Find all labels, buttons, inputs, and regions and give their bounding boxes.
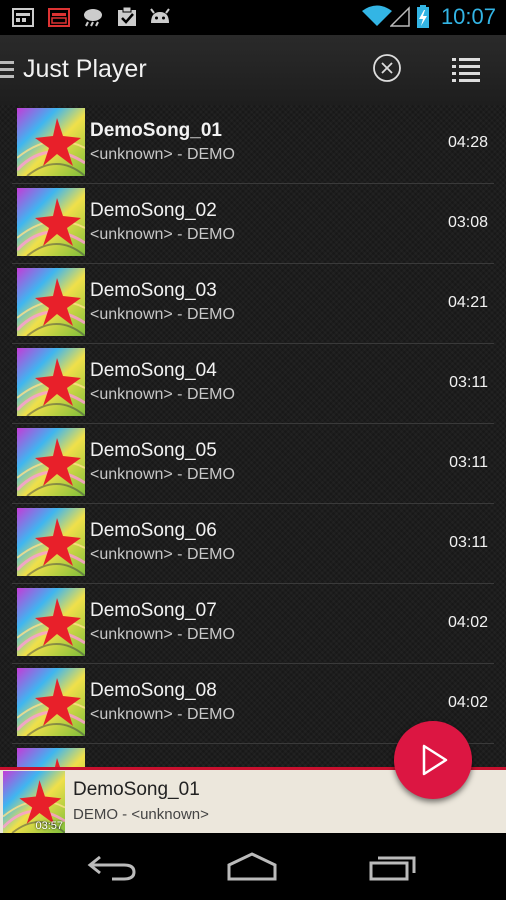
android-icon	[148, 7, 170, 27]
action-bar: Just Player	[0, 35, 506, 105]
song-title: DemoSong_06	[90, 520, 217, 541]
play-icon	[422, 744, 448, 776]
album-art	[17, 588, 85, 656]
navigation-bar	[0, 833, 506, 900]
status-bar: 10:07	[0, 0, 506, 35]
song-list[interactable]: DemoSong_01 <unknown> - DEMO 04:28 DemoS…	[0, 105, 506, 767]
album-art	[17, 668, 85, 736]
battery-charging-icon	[416, 5, 430, 29]
song-title: DemoSong_08	[90, 680, 217, 701]
list-item[interactable]: DemoSong_04 <unknown> - DEMO 03:11	[12, 345, 494, 424]
back-icon[interactable]	[86, 851, 138, 883]
song-artist-album: <unknown> - DEMO	[90, 626, 235, 643]
list-item[interactable]: DemoSong_01 <unknown> - DEMO 04:28	[12, 105, 494, 184]
calendar-red-icon	[48, 7, 70, 27]
list-item[interactable]: DemoSong_03 <unknown> - DEMO 04:21	[12, 265, 494, 344]
elapsed-time: 03:57	[35, 820, 63, 832]
song-duration: 03:08	[447, 214, 488, 231]
song-title: DemoSong_02	[90, 200, 217, 221]
song-title: DemoSong_04	[90, 360, 217, 381]
now-playing-subtitle: DEMO - <unknown>	[73, 806, 209, 823]
list-item[interactable]: DemoSong_02 <unknown> - DEMO 03:08	[12, 185, 494, 264]
album-art: 03:57	[3, 771, 65, 833]
wifi-icon	[362, 5, 392, 27]
song-artist-album: <unknown> - DEMO	[90, 466, 235, 483]
song-duration: 04:21	[447, 294, 488, 311]
calendar-icon	[12, 7, 34, 27]
song-title: DemoSong_01	[90, 120, 222, 141]
song-artist-album: <unknown> - DEMO	[90, 386, 235, 403]
song-title: DemoSong_05	[90, 440, 217, 461]
album-art	[17, 348, 85, 416]
album-art	[17, 508, 85, 576]
album-art	[17, 428, 85, 496]
recent-apps-icon[interactable]	[368, 851, 420, 883]
song-duration: 03:11	[449, 454, 488, 471]
song-duration: 04:28	[447, 134, 488, 151]
song-duration: 04:02	[447, 614, 488, 631]
album-art	[17, 748, 85, 767]
clear-icon[interactable]	[372, 53, 402, 83]
now-playing-title: DemoSong_01	[73, 779, 200, 800]
album-art	[17, 268, 85, 336]
play-button[interactable]	[394, 721, 472, 799]
clipboard-check-icon	[116, 6, 138, 27]
app-title: Just Player	[23, 55, 147, 83]
drawer-icon[interactable]	[0, 61, 14, 79]
list-item[interactable]: DemoSong_06 <unknown> - DEMO 03:11	[12, 505, 494, 584]
song-title: DemoSong_03	[90, 280, 217, 301]
song-artist-album: <unknown> - DEMO	[90, 226, 235, 243]
song-duration: 03:11	[449, 534, 488, 551]
list-item[interactable]: DemoSong_05 <unknown> - DEMO 03:11	[12, 425, 494, 504]
signal-icon	[389, 5, 410, 27]
clock: 10:07	[440, 4, 496, 29]
song-artist-album: <unknown> - DEMO	[90, 146, 235, 163]
album-art	[17, 188, 85, 256]
weather-icon	[82, 7, 104, 27]
song-artist-album: <unknown> - DEMO	[90, 546, 235, 563]
song-artist-album: <unknown> - DEMO	[90, 306, 235, 323]
home-icon[interactable]	[226, 851, 278, 883]
song-title: DemoSong_07	[90, 600, 217, 621]
song-artist-album: <unknown> - DEMO	[90, 706, 235, 723]
song-duration: 03:11	[449, 374, 488, 391]
album-art	[17, 108, 85, 176]
list-item[interactable]: DemoSong_07 <unknown> - DEMO 04:02	[12, 585, 494, 664]
song-duration: 04:02	[447, 694, 488, 711]
playlist-icon[interactable]	[450, 55, 482, 83]
